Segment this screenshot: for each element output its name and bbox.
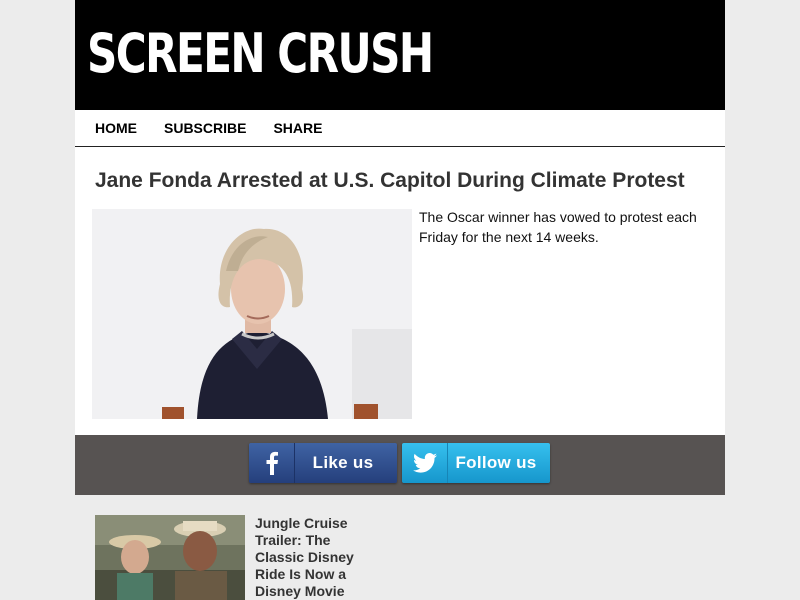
facebook-button-label: Like us — [312, 453, 374, 472]
featured-story: The Oscar winner has vowed to protest ea… — [75, 194, 725, 424]
masthead: SCREEN CRUSH — [75, 0, 725, 110]
nav-subscribe-link[interactable]: SUBSCRIBE — [164, 120, 246, 136]
related-story-thumbnail[interactable] — [95, 515, 245, 600]
jungle-cruise-image — [95, 515, 245, 600]
story-photo[interactable] — [92, 209, 412, 419]
facebook-like-button[interactable]: Like us — [249, 443, 397, 483]
related-stories: Jungle Cruise Trailer: The Classic Disne… — [75, 495, 725, 600]
nav-home-link[interactable]: HOME — [95, 120, 137, 136]
related-story-title[interactable]: Jungle Cruise Trailer: The Classic Disne… — [255, 515, 375, 600]
story-headline[interactable]: Jane Fonda Arrested at U.S. Capitol Duri… — [75, 147, 725, 194]
social-bar: Like us Follow us — [75, 435, 725, 495]
portrait-image — [92, 209, 412, 419]
site-logo[interactable]: SCREEN CRUSH — [87, 20, 434, 88]
twitter-button-label: Follow us — [455, 453, 537, 472]
top-nav: HOME SUBSCRIBE SHARE — [75, 110, 725, 147]
twitter-follow-button[interactable]: Follow us — [402, 443, 550, 483]
nav-share-link[interactable]: SHARE — [273, 120, 322, 136]
twitter-icon — [402, 443, 448, 483]
story-summary: The Oscar winner has vowed to protest ea… — [419, 209, 697, 245]
newsletter: SCREEN CRUSH HOME SUBSCRIBE SHARE Jane F… — [75, 0, 725, 600]
facebook-icon — [249, 443, 295, 483]
